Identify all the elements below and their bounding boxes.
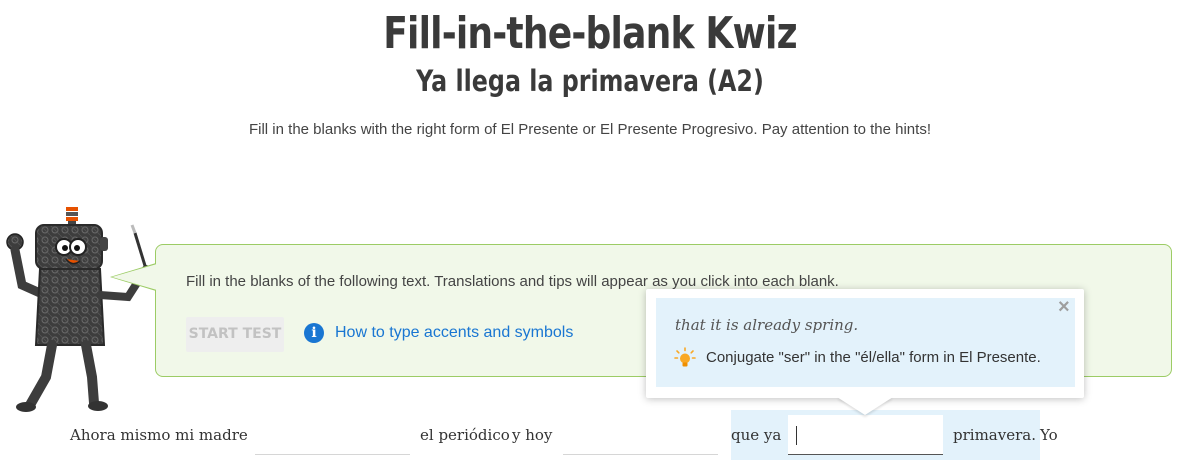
blank-input-3[interactable]: [788, 415, 943, 455]
panel-speech-tail-fill: [112, 264, 157, 290]
sentence-segment: el periódico: [420, 426, 510, 444]
hint-popup-content: [656, 298, 1075, 387]
translation-text: that it is already spring.: [675, 316, 859, 334]
page-subtitle: Ya llega la primavera (A2): [416, 64, 764, 98]
page-title: Fill-in-the-blank Kwiz: [383, 8, 797, 59]
blank-input-2[interactable]: [563, 415, 718, 455]
lightbulb-icon: [674, 347, 696, 367]
text-cursor: [796, 426, 797, 445]
accents-help-link[interactable]: How to type accents and symbols: [335, 324, 573, 342]
start-test-button[interactable]: START TEST: [186, 317, 284, 352]
close-icon[interactable]: ×: [1058, 296, 1070, 319]
sentence-segment: que ya: [731, 426, 782, 444]
info-icon[interactable]: i: [304, 323, 324, 343]
sentence-segment: primavera.: [953, 426, 1036, 444]
sentence-segment: y hoy: [512, 426, 553, 444]
sentence-segment: Yo: [1040, 426, 1058, 444]
hint-text: Conjugate "ser" in the "él/ella" form in…: [706, 349, 1041, 366]
blank-input-1[interactable]: [255, 415, 410, 455]
robot-mascot-icon: [6, 207, 150, 412]
page-description: Fill in the blanks with the right form o…: [248, 121, 931, 138]
hint-popup-tail: [837, 397, 893, 415]
sentence-segment: Ahora mismo mi madre: [70, 426, 248, 444]
instructions-text: Fill in the blanks of the following text…: [186, 273, 839, 290]
